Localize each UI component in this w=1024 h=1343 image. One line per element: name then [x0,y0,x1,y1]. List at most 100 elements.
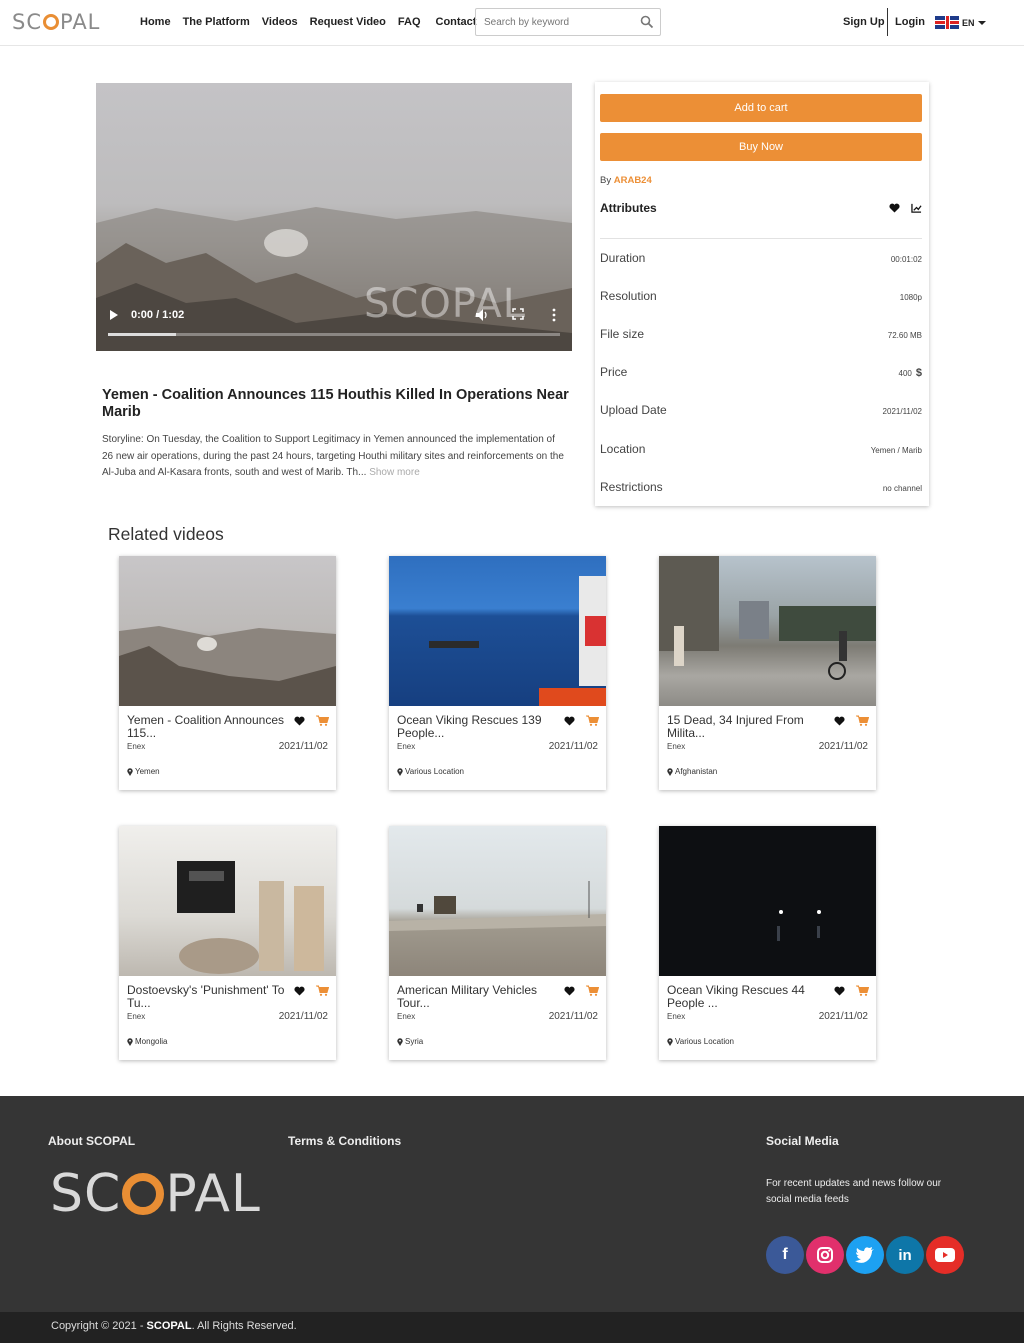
nav-faq[interactable]: FAQ [398,16,421,28]
copyright-suffix: . All Rights Reserved. [191,1320,297,1332]
location-label: Mongolia [135,1037,168,1046]
card-title[interactable]: Ocean Viking Rescues 44 People ... [667,984,827,1010]
related-video-card[interactable]: Dostoevsky's 'Punishment' To Tu... Enex … [119,826,336,1060]
analytics-chart-icon[interactable] [911,203,922,213]
fullscreen-icon[interactable] [512,308,524,320]
language-label: EN [962,17,975,28]
heart-icon[interactable] [294,986,305,996]
nav-contact[interactable]: Contact [436,16,477,28]
attribute-row-file-size: File size 72.60 MB [600,327,922,347]
nav-videos[interactable]: Videos [262,16,298,28]
video-progress-bar[interactable] [108,333,560,336]
heart-icon[interactable] [564,986,575,996]
related-video-card[interactable]: Yemen - Coalition Announces 115... Enex … [119,556,336,790]
buy-now-button[interactable]: Buy Now [600,133,922,161]
youtube-icon[interactable] [926,1236,964,1274]
card-location: Various Location [397,767,464,776]
heart-icon[interactable] [889,203,900,213]
location-label: Afghanistan [675,767,718,776]
card-date: 2021/11/02 [818,1011,868,1022]
linkedin-icon[interactable]: in [886,1236,924,1274]
location-label: Various Location [675,1037,734,1046]
video-watermark: SCOPAL [364,281,527,327]
cart-icon[interactable] [316,715,329,726]
volume-icon[interactable] [475,308,489,322]
related-videos-heading: Related videos [108,524,224,544]
card-source: Enex [397,1012,416,1021]
heart-icon[interactable] [834,986,845,996]
cart-icon[interactable] [316,985,329,996]
login-link[interactable]: Login [895,16,925,28]
video-thumbnail[interactable] [659,556,876,706]
attribute-key: Restrictions [600,480,663,494]
facebook-icon[interactable]: f [766,1236,804,1274]
video-thumbnail[interactable] [659,826,876,976]
heart-icon[interactable] [834,716,845,726]
attribute-key: Duration [600,251,646,265]
heart-icon[interactable] [564,716,575,726]
card-title[interactable]: Ocean Viking Rescues 139 People... [397,714,557,740]
attributes-heading: Attributes [600,201,657,215]
video-frame-landscape [96,207,572,351]
attribute-row-location: Location Yemen / Marib [600,442,922,462]
play-icon[interactable] [110,310,118,320]
attribute-key: File size [600,327,645,341]
price-value: 400 [898,369,912,378]
twitter-icon[interactable] [846,1236,884,1274]
video-thumbnail[interactable] [389,826,606,976]
cart-icon[interactable] [856,715,869,726]
copyright-brand[interactable]: SCOPAL [147,1320,192,1332]
more-options-icon[interactable] [551,308,557,322]
card-source: Enex [667,742,686,751]
card-date: 2021/11/02 [278,741,328,752]
attribute-row-restrictions: Restrictions no channel [600,480,922,500]
card-location: Various Location [667,1037,734,1046]
add-to-cart-button[interactable]: Add to cart [600,94,922,122]
related-video-card[interactable]: 15 Dead, 34 Injured From Milita... Enex … [659,556,876,790]
cart-icon[interactable] [586,715,599,726]
card-title[interactable]: Dostoevsky's 'Punishment' To Tu... [127,984,287,1010]
source-link[interactable]: ARAB24 [614,175,652,186]
attribute-key: Price [600,365,628,379]
attribute-row-price: Price 400 $ [600,365,922,385]
attribute-row-upload-date: Upload Date 2021/11/02 [600,403,922,423]
attribute-key: Upload Date [600,403,667,417]
signup-link[interactable]: Sign Up [843,16,885,28]
footer-terms-heading[interactable]: Terms & Conditions [288,1134,401,1148]
map-pin-icon [127,1037,133,1046]
language-selector[interactable]: EN [935,16,986,29]
card-date: 2021/11/02 [818,741,868,752]
card-title[interactable]: 15 Dead, 34 Injured From Milita... [667,714,827,740]
search-input[interactable] [476,9,626,35]
uk-flag-icon [935,16,959,29]
nav-request-video[interactable]: Request Video [310,16,386,28]
heart-icon[interactable] [294,716,305,726]
attribute-row-resolution: Resolution 1080p [600,289,922,309]
nav-home[interactable]: Home [140,16,171,28]
video-player[interactable]: SCOPAL 0:00 / 1:02 [96,83,572,351]
attribute-value: 72.60 MB [887,331,922,340]
attribute-value: Yemen / Marib [870,446,922,455]
scopal-logo[interactable]: SC PAL [12,10,100,34]
currency-symbol: $ [915,367,922,379]
instagram-icon[interactable] [806,1236,844,1274]
attribute-value: 400 $ [899,367,922,379]
related-video-card[interactable]: Ocean Viking Rescues 139 People... Enex … [389,556,606,790]
related-video-card[interactable]: Ocean Viking Rescues 44 People ... Enex … [659,826,876,1060]
map-pin-icon [397,767,403,776]
video-thumbnail[interactable] [389,556,606,706]
card-date: 2021/11/02 [548,1011,598,1022]
show-more-link[interactable]: Show more [369,467,420,478]
cart-icon[interactable] [856,985,869,996]
video-thumbnail[interactable] [119,556,336,706]
video-time: 0:00 / 1:02 [131,309,185,321]
footer-about-heading[interactable]: About SCOPAL [48,1134,135,1148]
card-source: Enex [667,1012,686,1021]
card-title[interactable]: Yemen - Coalition Announces 115... [127,714,287,740]
card-title[interactable]: American Military Vehicles Tour... [397,984,557,1010]
related-video-card[interactable]: American Military Vehicles Tour... Enex … [389,826,606,1060]
nav-platform[interactable]: The Platform [183,16,250,28]
search-icon[interactable] [640,15,654,29]
video-thumbnail[interactable] [119,826,336,976]
cart-icon[interactable] [586,985,599,996]
